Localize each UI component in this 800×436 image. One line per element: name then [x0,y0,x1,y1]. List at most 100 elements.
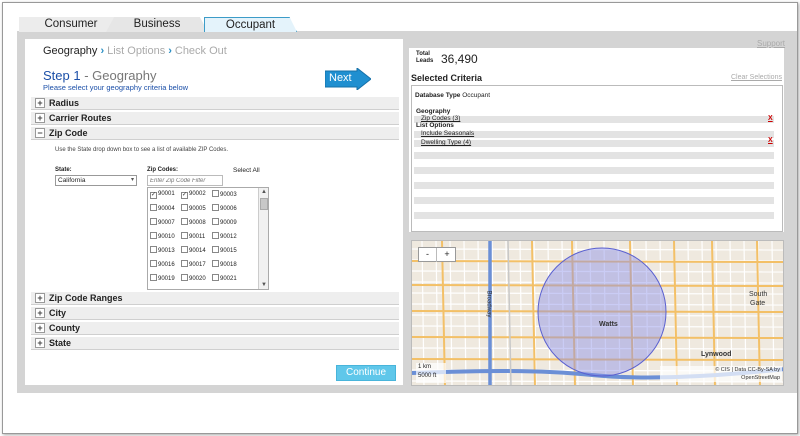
zip-checkbox-item[interactable]: 90011 [181,232,211,242]
state-select[interactable]: California ▾ [55,175,137,186]
criteria-dwelling-type-link[interactable]: Dwelling Type (4) [421,139,471,146]
checkbox-icon[interactable] [181,246,188,253]
tab-business[interactable]: Business [106,17,208,32]
step-name: Geography [92,68,157,83]
section-carrier-routes[interactable]: + Carrier Routes [31,112,399,125]
zip-code-label: 90017 [189,262,206,268]
checkbox-icon[interactable] [212,190,219,197]
zip-filter-input[interactable] [147,175,223,186]
select-all-link[interactable]: Select All [233,167,260,174]
zip-checkbox-item[interactable]: 90014 [181,246,211,256]
map-view[interactable]: - + Watts South Gate Lynwood Broadway 1 … [411,240,784,386]
checkbox-icon[interactable] [150,274,157,281]
checkbox-icon[interactable] [212,218,219,225]
zip-checkbox-item[interactable]: 90010 [150,232,180,242]
database-type-label: Database Type [415,92,461,99]
checkbox-icon[interactable] [181,274,188,281]
checkbox-icon[interactable] [150,204,157,211]
checkbox-icon[interactable] [212,232,219,239]
remove-dwelling-type-icon[interactable]: X [768,137,773,144]
zoom-out-button[interactable]: - [419,248,437,262]
zip-checkbox-item[interactable]: 90017 [181,260,211,270]
checkbox-icon[interactable] [212,274,219,281]
database-type: Database Type Occupant [415,92,490,99]
checkbox-icon[interactable] [181,204,188,211]
continue-button[interactable]: Continue [336,365,396,381]
checkbox-icon[interactable] [212,204,219,211]
zip-checkbox-item[interactable]: 90006 [212,204,242,214]
zip-checkbox-item[interactable]: 90020 [181,274,211,284]
remove-zip-codes-icon[interactable]: X [768,115,773,122]
section-state[interactable]: + State [31,337,399,350]
tab-business-label: Business [133,18,181,30]
section-zip-code-ranges[interactable]: + Zip Code Ranges [31,292,399,305]
criteria-row [414,212,774,219]
criteria-geography-heading: Geography [416,108,451,115]
section-county[interactable]: + County [31,322,399,335]
map-label-south: South [749,291,768,298]
criteria-zip-codes-link[interactable]: Zip Codes (3) [421,115,460,122]
checkbox-icon[interactable] [150,260,157,267]
support-link[interactable]: Support [757,39,785,48]
total-leads-label: Total Leads [416,51,433,65]
zip-checkbox-item[interactable]: 90018 [212,260,242,270]
zip-checkbox-item[interactable]: ✓ 90001 [150,190,180,200]
zip-checkbox-item[interactable]: 90015 [212,246,242,256]
expand-plus-icon: + [35,308,45,318]
zip-code-label: 90020 [189,276,206,282]
zip-checkbox-item[interactable]: 90013 [150,246,180,256]
zip-checkbox-item[interactable]: 90019 [150,274,180,284]
tab-occupant[interactable]: Occupant [204,17,297,32]
checkbox-icon[interactable] [150,218,157,225]
radius-circle [537,247,667,377]
checkbox-icon[interactable] [150,246,157,253]
zip-checkbox-item[interactable]: ✓ 90002 [181,190,211,200]
checkbox-icon[interactable] [181,218,188,225]
criteria-include-seasonals-link[interactable]: Include Seasonals [421,130,474,137]
breadcrumb-geography[interactable]: Geography [43,45,97,57]
zip-code-label: 90014 [189,248,206,254]
checkbox-icon[interactable] [212,246,219,253]
zip-list-scrollbar[interactable]: ▲ ▼ [258,188,268,289]
scroll-down-icon[interactable]: ▼ [260,281,268,289]
zip-checkbox-item[interactable]: 90016 [150,260,180,270]
checkbox-icon[interactable] [212,260,219,267]
checkbox-icon[interactable] [181,232,188,239]
checkbox-checked-icon[interactable]: ✓ [150,192,157,199]
criteria-list-options-heading: List Options [416,122,454,129]
map-label-watts: Watts [599,321,618,328]
step-subtitle: Please select your geography criteria be… [43,83,189,92]
zip-checkbox-item[interactable]: 90007 [150,218,180,228]
breadcrumb-check-out[interactable]: Check Out [175,45,227,57]
zip-checkbox-item[interactable]: 90008 [181,218,211,228]
zip-checkbox-item[interactable]: 90004 [150,204,180,214]
map-canvas[interactable] [412,241,784,386]
section-city[interactable]: + City [31,307,399,320]
next-button[interactable]: Next [325,68,371,90]
zoom-controls: - + [418,247,456,262]
zip-code-label: 90007 [158,220,175,226]
breadcrumb-list-options[interactable]: List Options [107,45,165,57]
criteria-row [414,182,774,189]
zip-checkbox-item[interactable]: 90003 [212,190,242,200]
checkbox-icon[interactable] [150,232,157,239]
scroll-thumb[interactable] [260,198,268,210]
zip-code-list[interactable]: ✓ 90001 ✓ 90002 90003 90004 90005 90006 90007 900… [147,187,269,290]
section-radius[interactable]: + Radius [31,97,399,110]
clear-selections-link[interactable]: Clear Selections [731,74,782,81]
checkbox-icon[interactable] [181,260,188,267]
chevron-down-icon: ▾ [130,177,134,183]
section-zip-code[interactable]: − Zip Code [31,127,399,140]
zip-checkbox-item[interactable]: 90009 [212,218,242,228]
zip-checkbox-item[interactable]: 90012 [212,232,242,242]
checkbox-checked-icon[interactable]: ✓ [181,192,188,199]
zip-checkbox-item[interactable]: 90005 [181,204,211,214]
openstreetmap-link[interactable]: OpenStreetMap [660,374,780,382]
step-separator: - [80,68,93,83]
scroll-up-icon[interactable]: ▲ [260,188,268,196]
chevron-right-icon: › [168,45,172,57]
zoom-in-button[interactable]: + [438,248,456,262]
zip-checkbox-item[interactable]: 90021 [212,274,242,284]
zip-code-label: 90010 [158,234,175,240]
zip-code-label: 90021 [220,276,237,282]
